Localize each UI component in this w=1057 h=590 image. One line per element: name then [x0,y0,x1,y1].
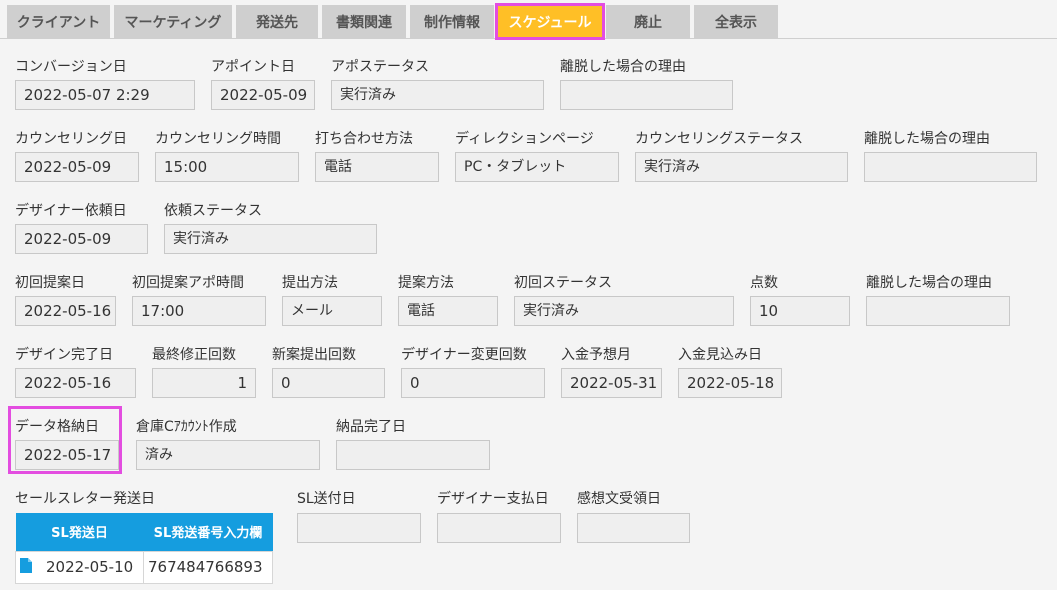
designer-payment-date-field[interactable] [437,513,561,543]
direction-page-label: ディレクションページ [455,131,594,147]
final-revision-count-label: 最終修正回数 [152,347,236,363]
table-row[interactable]: 2022-05-10 767484766893 [15,550,273,584]
submission-method-field[interactable]: メール [282,296,382,326]
document-icon[interactable] [20,557,32,577]
dropout-reason-label-1: 離脱した場合の理由 [560,59,686,75]
sl-send-date-field[interactable] [297,513,421,543]
tab-show-all[interactable]: 全表示 [694,5,778,38]
meeting-method-label: 打ち合わせ方法 [315,131,413,147]
tab-schedule[interactable]: スケジュール [495,3,605,40]
counseling-time-field[interactable]: 15:00 [155,152,299,182]
feedback-received-date-field[interactable] [577,513,690,543]
tab-shipping[interactable]: 発送先 [236,5,318,38]
submission-method-label: 提出方法 [282,275,338,291]
tab-marketing[interactable]: マーケティング [114,5,232,38]
designer-payment-date-label: デザイナー支払日 [437,491,549,507]
final-revision-count-field[interactable]: 1 [152,368,256,398]
sl-date-value: 2022-05-10 [46,557,134,576]
conversion-date-label: コンバージョン日 [15,59,127,75]
expected-payment-date-label: 入金見込み日 [678,347,762,363]
request-status-field[interactable]: 実行済み [164,224,377,254]
sl-date-header: SL発送日 [51,526,108,542]
dropout-reason-field-1[interactable] [560,80,733,110]
sales-letter-date-label: セールスレター発送日 [15,491,155,507]
first-status-label: 初回ステータス [514,275,612,291]
first-status-field[interactable]: 実行済み [514,296,734,326]
designer-change-count-field[interactable]: 0 [401,368,545,398]
first-proposal-time-label: 初回提案アポ時間 [132,275,244,291]
data-storage-date-field[interactable]: 2022-05-17 [15,440,119,470]
counseling-time-label: カウンセリング時間 [155,131,281,147]
designer-request-date-field[interactable]: 2022-05-09 [15,224,148,254]
design-complete-date-field[interactable]: 2022-05-16 [15,368,136,398]
sl-number-header: SL発送番号入力欄 [153,526,263,542]
designer-change-count-label: デザイナー変更回数 [401,347,527,363]
request-status-label: 依頼ステータス [164,203,262,219]
sl-table: SL発送日 SL発送番号入力欄 2022-05-10 767484766893 [15,513,273,584]
tab-documents[interactable]: 書類関連 [322,5,406,38]
new-proposal-count-field[interactable]: 0 [272,368,385,398]
designer-request-date-label: デザイナー依頼日 [15,203,127,219]
sl-send-date-label: SL送付日 [297,491,356,507]
counseling-date-label: カウンセリング日 [15,131,127,147]
proposal-method-label: 提案方法 [398,275,454,291]
conversion-date-field[interactable]: 2022-05-07 2:29 [15,80,195,110]
delivery-complete-date-field[interactable] [336,440,490,470]
tab-bar: クライアント マーケティング 発送先 書類関連 制作情報 スケジュール 廃止 全… [0,0,1057,40]
expected-payment-month-field[interactable]: 2022-05-31 [561,368,662,398]
appo-status-field[interactable]: 実行済み [331,80,544,110]
counseling-date-field[interactable]: 2022-05-09 [15,152,139,182]
appo-status-label: アポステータス [331,59,429,75]
new-proposal-count-label: 新案提出回数 [272,347,356,363]
meeting-method-field[interactable]: 電話 [315,152,439,182]
tab-abolished[interactable]: 廃止 [606,5,690,38]
dropout-reason-label-3: 離脱した場合の理由 [866,275,992,291]
dropout-reason-label-2: 離脱した場合の理由 [864,131,990,147]
points-field[interactable]: 10 [750,296,850,326]
counseling-status-label: カウンセリングステータス [635,131,803,147]
feedback-received-date-label: 感想文受領日 [577,491,661,507]
tab-client[interactable]: クライアント [7,5,110,38]
expected-payment-month-label: 入金予想月 [561,347,631,363]
delivery-complete-date-label: 納品完了日 [336,419,406,435]
sl-date-cell: 2022-05-10 [15,550,144,584]
tab-production[interactable]: 制作情報 [410,5,494,38]
appoint-date-label: アポイント日 [211,59,295,75]
proposal-method-field[interactable]: 電話 [398,296,498,326]
first-proposal-time-field[interactable]: 17:00 [132,296,266,326]
first-proposal-date-field[interactable]: 2022-05-16 [15,296,116,326]
warehouse-account-field[interactable]: 済み [136,440,320,470]
dropout-reason-field-2[interactable] [864,152,1037,182]
design-complete-date-label: デザイン完了日 [15,347,113,363]
expected-payment-date-field[interactable]: 2022-05-18 [678,368,782,398]
dropout-reason-field-3[interactable] [866,296,1010,326]
direction-page-field[interactable]: PC・タブレット [455,152,619,182]
first-proposal-date-label: 初回提案日 [15,275,85,291]
appoint-date-field[interactable]: 2022-05-09 [211,80,315,110]
warehouse-account-label: 倉庫Cｱｶｳﾝﾄ作成 [136,419,237,435]
sl-number-cell: 767484766893 [143,550,273,584]
data-storage-date-label: データ格納日 [15,419,99,435]
sl-table-header: SL発送日 SL発送番号入力欄 [15,513,273,551]
points-label: 点数 [750,275,778,291]
counseling-status-field[interactable]: 実行済み [635,152,848,182]
